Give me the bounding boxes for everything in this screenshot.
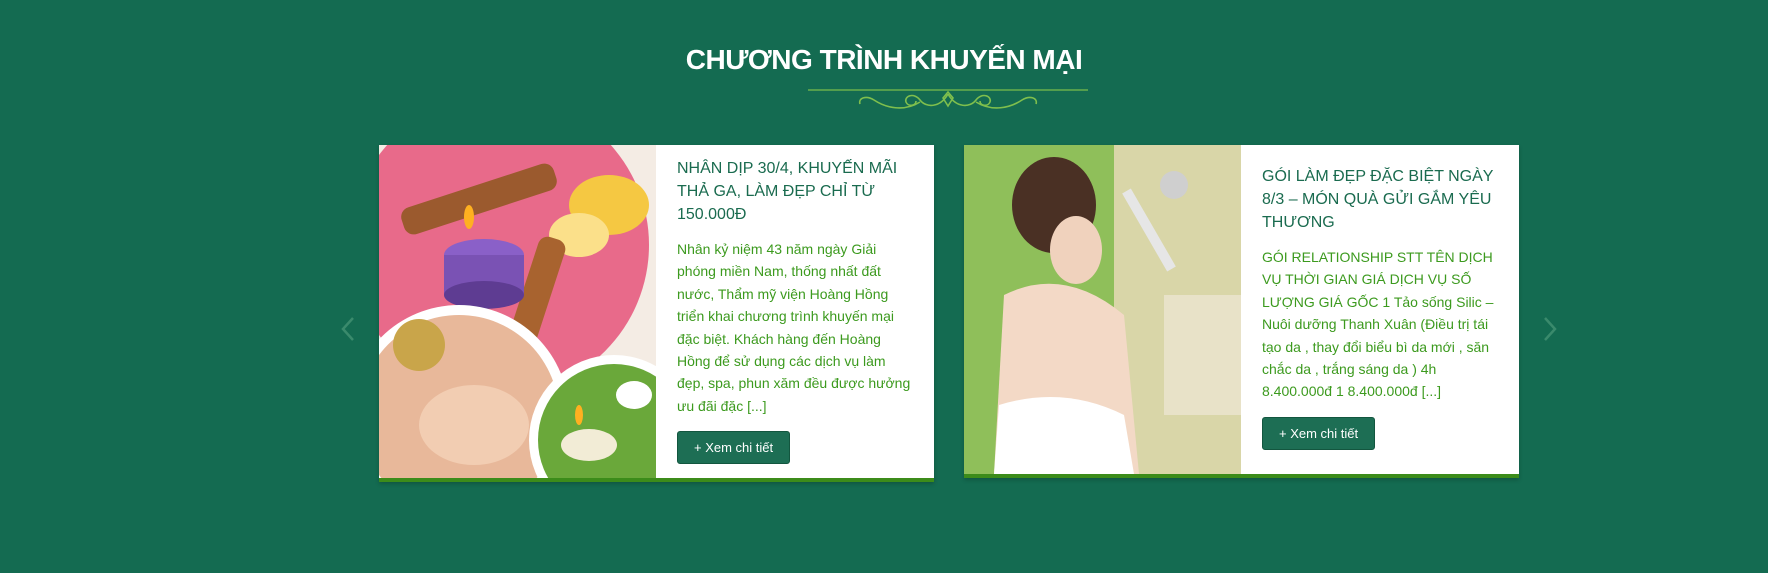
view-detail-button[interactable]: + Xem chi tiết — [1262, 416, 1376, 450]
promo-card-excerpt: Nhân kỷ niệm 43 năm ngày Giải phóng miền… — [677, 241, 911, 414]
promo-image-spa-woman[interactable] — [964, 145, 1241, 474]
promo-card: NHÂN DỊP 30/4, KHUYẾN MÃI THẢ GA, LÀM ĐẸ… — [379, 145, 934, 482]
chevron-left-icon — [341, 317, 354, 341]
promo-image-spa-collage[interactable] — [379, 145, 656, 478]
promo-card-excerpt: GÓI RELATIONSHIP STT TÊN DỊCH VỤ THỜI GI… — [1262, 249, 1494, 400]
ornament-divider — [808, 89, 1088, 109]
carousel-next-button[interactable] — [1537, 314, 1561, 344]
carousel-prev-button[interactable] — [337, 314, 361, 344]
promo-card-title[interactable]: GÓI LÀM ĐẸP ĐẶC BIỆT NGÀY 8/3 – MÓN QUÀ … — [1262, 165, 1501, 234]
view-detail-button[interactable]: + Xem chi tiết — [677, 431, 791, 465]
promo-card: GÓI LÀM ĐẸP ĐẶC BIỆT NGÀY 8/3 – MÓN QUÀ … — [964, 145, 1519, 478]
section-title: CHƯƠNG TRÌNH KHUYẾN MẠI — [685, 44, 1083, 75]
promo-card-title[interactable]: NHÂN DỊP 30/4, KHUYẾN MÃI THẢ GA, LÀM ĐẸ… — [677, 157, 916, 226]
chevron-right-icon — [1544, 317, 1557, 341]
